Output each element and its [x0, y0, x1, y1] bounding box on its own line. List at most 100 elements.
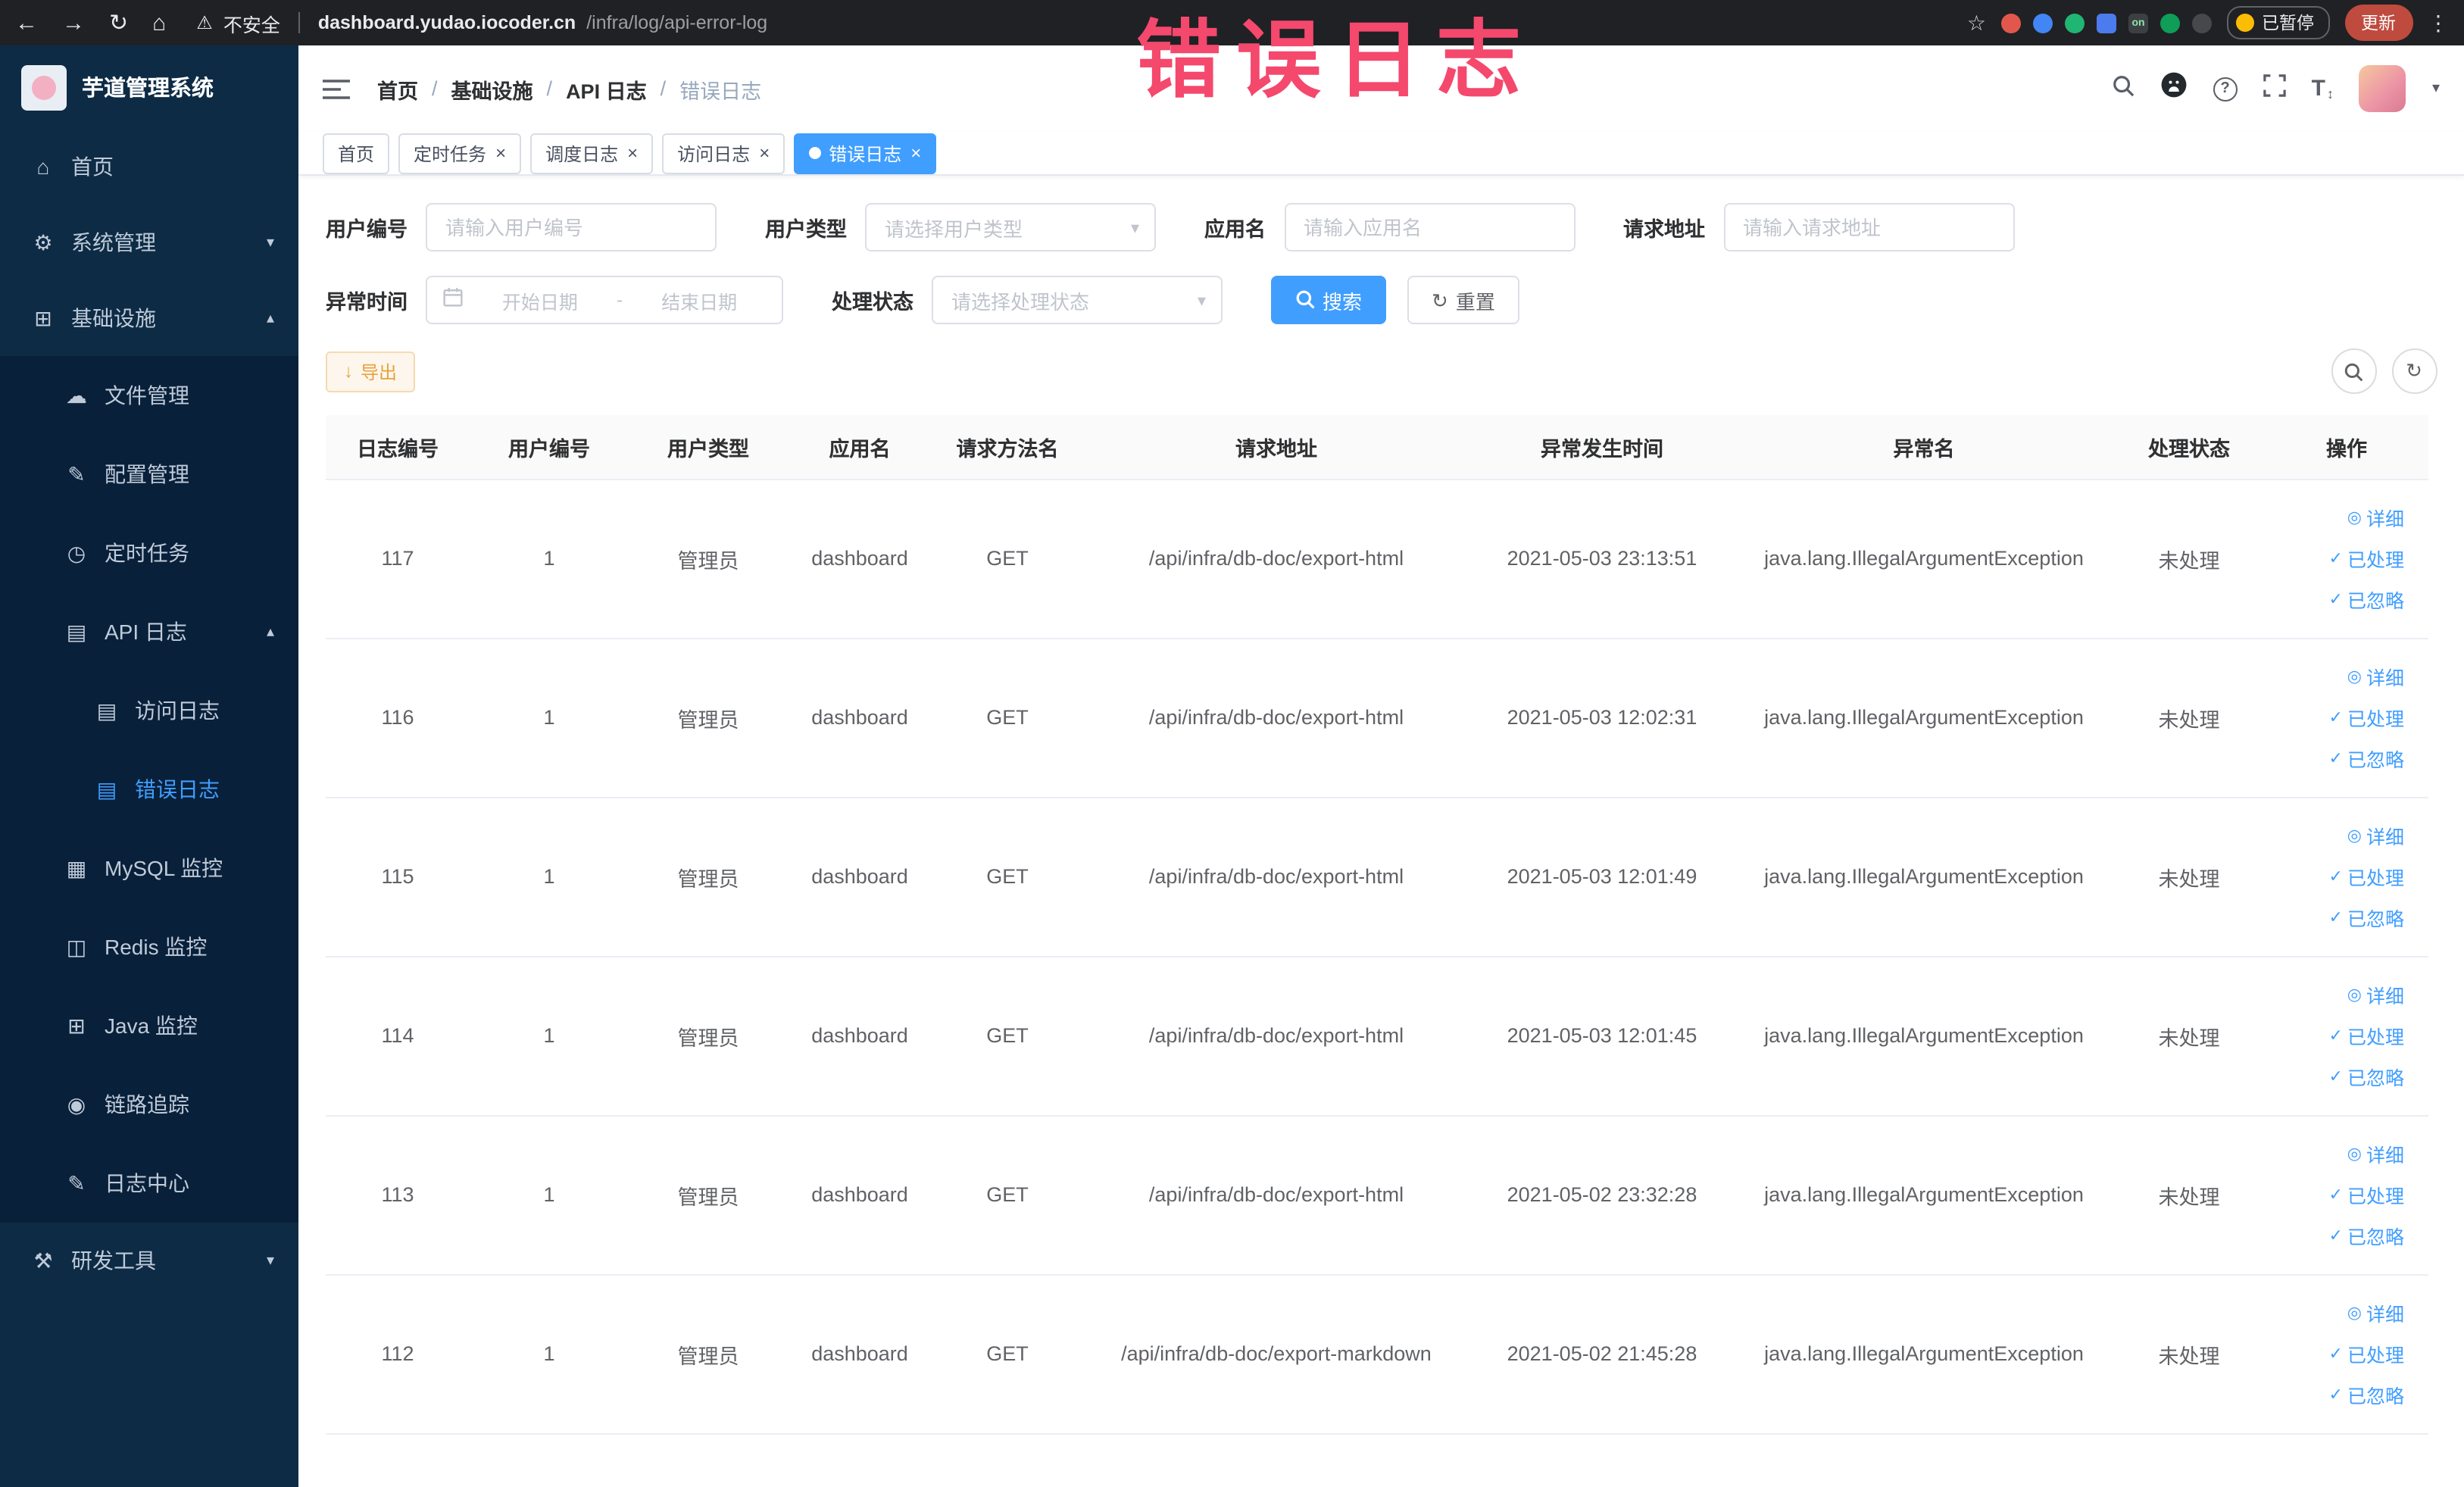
tab-错误日志[interactable]: 错误日志 × [794, 133, 937, 173]
mark-ignored-link[interactable]: ✓ 已忽略 [2329, 1380, 2404, 1409]
avatar[interactable] [2359, 65, 2406, 112]
app-name-input[interactable] [1284, 203, 1575, 251]
mark-ignored-link[interactable]: ✓ 已忽略 [2329, 903, 2404, 932]
process-status-select[interactable]: 请选择处理状态 ▾ [932, 276, 1223, 324]
help-icon[interactable]: ? [2213, 77, 2238, 101]
detail-link[interactable]: ◎ 详细 [2347, 662, 2404, 691]
paused-badge-label: 已暂停 [2262, 15, 2314, 33]
tab-定时任务[interactable]: 定时任务 × [398, 133, 522, 173]
mark-processed-link[interactable]: ✓ 已处理 [2329, 1339, 2404, 1368]
breadcrumb-item[interactable]: API 日志 [566, 73, 647, 104]
search-icon[interactable] [2112, 73, 2135, 104]
sidebar-item-config-management[interactable]: ✎ 配置管理 [0, 435, 298, 514]
export-button[interactable]: ↓ 导出 [326, 351, 416, 392]
tab-调度日志[interactable]: 调度日志 × [530, 133, 654, 173]
detail-link[interactable]: ◎ 详细 [2347, 980, 2404, 1009]
detail-link[interactable]: ◎ 详细 [2347, 821, 2404, 850]
extension-on-badge[interactable]: on [2128, 13, 2148, 33]
extension-dark-green[interactable] [2160, 13, 2180, 33]
sidebar-item-file-management[interactable]: ☁ 文件管理 [0, 356, 298, 435]
sidebar-item-system-management[interactable]: ⚙ 系统管理 ▾ [0, 205, 298, 280]
bookmark-star-icon[interactable]: ☆ [1967, 10, 1986, 36]
sidebar-item-infrastructure[interactable]: ⊞ 基础设施 ▴ [0, 280, 298, 356]
detail-link[interactable]: ◎ 详细 [2347, 503, 2404, 532]
mark-ignored-link[interactable]: ✓ 已忽略 [2329, 1062, 2404, 1091]
mark-ignored-link[interactable]: ✓ 已忽略 [2329, 744, 2404, 773]
close-icon[interactable]: × [495, 144, 506, 162]
sidebar-item-link-tracing[interactable]: ◉ 链路追踪 [0, 1065, 298, 1144]
address-bar[interactable]: ⚠ 不安全 dashboard.yudao.iocoder.cn /infra/… [196, 8, 767, 37]
hamburger-icon[interactable] [323, 78, 350, 99]
sidebar-item-log-center[interactable]: ✎ 日志中心 [0, 1144, 298, 1223]
row-actions: ◎ 详细 ✓ 已处理 ✓ 已忽略 [2274, 1298, 2419, 1409]
mark-processed-link[interactable]: ✓ 已处理 [2329, 862, 2404, 891]
date-range-picker[interactable]: 开始日期 - 结束日期 [426, 276, 783, 324]
forward-icon[interactable]: → [62, 10, 85, 36]
extension-blue-square[interactable] [2097, 13, 2116, 33]
font-size-icon[interactable]: T ↕ [2312, 76, 2334, 102]
close-icon[interactable]: × [627, 144, 638, 162]
sidebar-item-api-logs[interactable]: ▤ API 日志 ▴ [0, 592, 298, 671]
fullscreen-icon[interactable] [2263, 73, 2286, 104]
sidebar-item-label: MySQL 监控 [105, 856, 223, 880]
mark-ignored-link[interactable]: ✓ 已忽略 [2329, 1221, 2404, 1250]
mark-processed-link[interactable]: ✓ 已处理 [2329, 1180, 2404, 1209]
extension-red[interactable] [2001, 13, 2021, 33]
mark-ignored-link[interactable]: ✓ 已忽略 [2329, 585, 2404, 614]
cell-app-name: dashboard [788, 956, 932, 1116]
tab-首页[interactable]: 首页 [323, 133, 390, 173]
reload-icon[interactable]: ↻ [109, 9, 128, 36]
request-url-input[interactable] [1723, 203, 2014, 251]
home-icon[interactable]: ⌂ [152, 10, 166, 36]
sidebar-item-access-logs[interactable]: ▤ 访问日志 [0, 671, 298, 750]
cell-app-name: dashboard [788, 479, 932, 639]
sidebar-item-java-monitor[interactable]: ⊞ Java 监控 [0, 986, 298, 1065]
close-icon[interactable]: × [910, 144, 921, 162]
browser-menu-icon[interactable]: ⋮ [2428, 10, 2449, 36]
action-label: 已忽略 [2347, 1386, 2404, 1407]
back-icon[interactable]: ← [15, 10, 38, 36]
mark-processed-link[interactable]: ✓ 已处理 [2329, 1021, 2404, 1050]
user-type-label: 用户类型 [765, 218, 847, 241]
extension-blue[interactable] [2033, 13, 2053, 33]
detail-link[interactable]: ◎ 详细 [2347, 1139, 2404, 1168]
update-button[interactable]: 更新 [2344, 5, 2412, 41]
breadcrumb-separator: / [546, 77, 553, 100]
sidebar-item-redis-monitor[interactable]: ◫ Redis 监控 [0, 908, 298, 986]
sidebar-item-mysql-monitor[interactable]: ▦ MySQL 监控 [0, 829, 298, 908]
eye-icon: ◎ [2347, 1304, 2362, 1323]
extension-dark[interactable] [2192, 13, 2212, 33]
extension-green[interactable] [2065, 13, 2085, 33]
cell-actions: ◎ 详细 ✓ 已处理 ✓ 已忽略 [2265, 1115, 2428, 1275]
tab-访问日志[interactable]: 访问日志 × [662, 133, 785, 173]
sidebar-item-label: 首页 [71, 155, 114, 179]
mark-processed-link[interactable]: ✓ 已处理 [2329, 544, 2404, 573]
toggle-search-button[interactable] [2331, 348, 2376, 394]
close-icon[interactable]: × [759, 144, 770, 162]
edit-icon: ✎ [67, 1170, 86, 1195]
cell-method: GET [932, 1115, 1083, 1275]
cell-id: 112 [326, 1274, 470, 1434]
user-type-select[interactable]: 请选择用户类型 ▾ [865, 203, 1156, 251]
breadcrumb-separator: / [660, 77, 667, 100]
refresh-table-button[interactable]: ↻ [2391, 348, 2437, 394]
sidebar-item-error-logs[interactable]: ▤ 错误日志 [0, 750, 298, 829]
breadcrumb-item[interactable]: 基础设施 [451, 73, 533, 104]
github-icon[interactable] [2160, 71, 2188, 106]
chevron-down-icon: ▾ [266, 234, 274, 251]
sidebar-item-home[interactable]: ⌂ 首页 [0, 129, 298, 205]
detail-link[interactable]: ◎ 详细 [2347, 1298, 2404, 1327]
cell-actions: ◎ 详细 ✓ 已处理 ✓ 已忽略 [2265, 797, 2428, 957]
cell-method: GET [932, 479, 1083, 639]
search-button[interactable]: 搜索 [1271, 276, 1387, 324]
chevron-down-icon[interactable]: ▾ [2432, 80, 2440, 97]
user-id-input[interactable] [426, 203, 717, 251]
sidebar-item-dev-tools[interactable]: ⚒ 研发工具 ▾ [0, 1223, 298, 1298]
paused-badge[interactable]: 已暂停 [2227, 6, 2329, 39]
sidebar-item-scheduled-tasks[interactable]: ◷ 定时任务 [0, 514, 298, 592]
breadcrumb-item[interactable]: 首页 [377, 73, 418, 104]
mark-processed-link[interactable]: ✓ 已处理 [2329, 703, 2404, 732]
logo[interactable]: 芋道管理系统 [0, 45, 298, 129]
url-host: dashboard.yudao.iocoder.cn [317, 12, 576, 33]
reset-button[interactable]: ↻ 重置 [1407, 276, 1519, 324]
